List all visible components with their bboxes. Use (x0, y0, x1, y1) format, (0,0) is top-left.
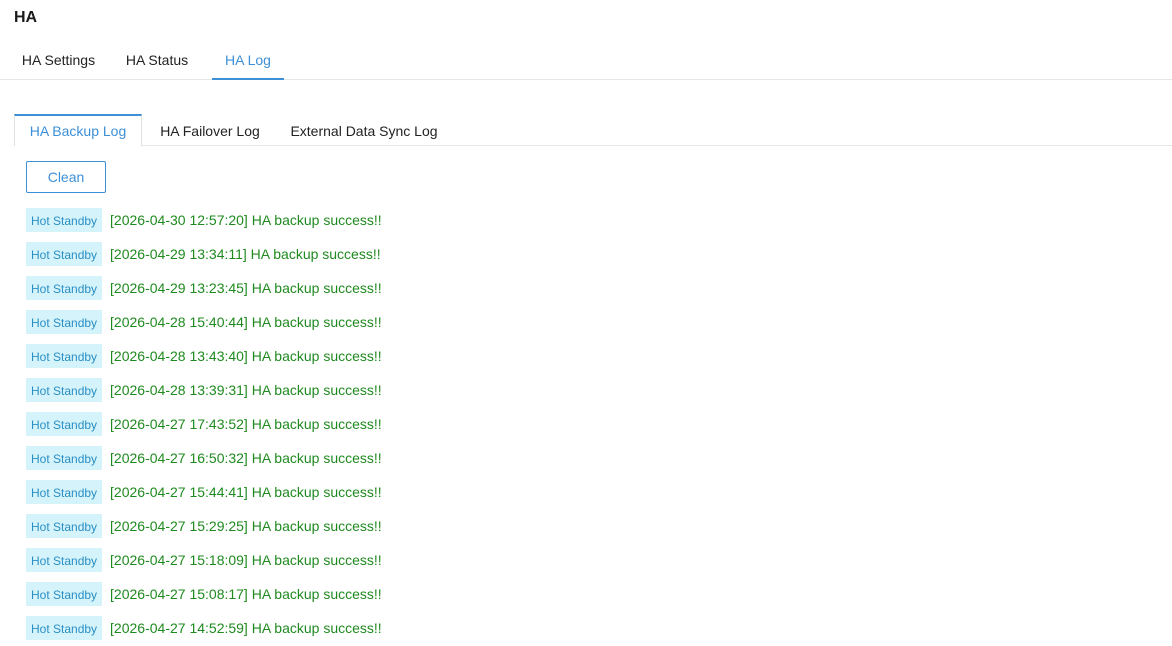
log-message: [2026-04-27 15:44:41] HA backup success!… (110, 484, 382, 500)
log-message: [2026-04-28 13:43:40] HA backup success!… (110, 348, 382, 364)
log-entry: Hot Standby [2026-04-29 13:34:11] HA back… (26, 237, 382, 271)
tab-ha-backup-log[interactable]: HA Backup Log (14, 114, 142, 146)
hot-standby-badge: Hot Standby (26, 412, 103, 436)
log-message: [2026-04-27 17:43:52] HA backup success!… (110, 416, 382, 432)
hot-standby-badge: Hot Standby (26, 378, 103, 402)
top-tab-bar: HA Settings HA Status HA Log (0, 40, 1172, 80)
tab-external-data-sync-log[interactable]: External Data Sync Log (281, 114, 447, 146)
tab-ha-log[interactable]: HA Log (212, 40, 284, 80)
log-entry: Hot Standby [2026-04-28 13:43:40] HA back… (26, 339, 382, 373)
log-entry: Hot Standby [2026-04-27 16:50:32] HA back… (26, 441, 382, 475)
hot-standby-badge: Hot Standby (26, 446, 103, 470)
log-message: [2026-04-27 14:52:59] HA backup success!… (110, 620, 382, 636)
log-entry: Hot Standby [2026-04-27 15:44:41] HA back… (26, 475, 382, 509)
tab-ha-status[interactable]: HA Status (118, 40, 196, 80)
hot-standby-badge: Hot Standby (26, 616, 103, 640)
log-message: [2026-04-27 15:18:09] HA backup success!… (110, 552, 382, 568)
hot-standby-badge: Hot Standby (26, 514, 103, 538)
log-message: [2026-04-30 12:57:20] HA backup success!… (110, 212, 382, 228)
log-message: [2026-04-27 15:08:17] HA backup success!… (110, 586, 382, 602)
tab-ha-settings[interactable]: HA Settings (14, 40, 103, 80)
log-message: [2026-04-28 13:39:31] HA backup success!… (110, 382, 382, 398)
hot-standby-badge: Hot Standby (26, 242, 103, 266)
hot-standby-badge: Hot Standby (26, 548, 103, 572)
log-entry: Hot Standby [2026-04-27 15:18:09] HA back… (26, 543, 382, 577)
log-message: [2026-04-29 13:23:45] HA backup success!… (110, 280, 382, 296)
log-message: [2026-04-28 15:40:44] HA backup success!… (110, 314, 382, 330)
backup-log-list: Hot Standby [2026-04-30 12:57:20] HA back… (26, 203, 382, 645)
hot-standby-badge: Hot Standby (26, 276, 103, 300)
log-entry: Hot Standby [2026-04-27 15:08:17] HA back… (26, 577, 382, 611)
log-type-tab-bar: HA Backup Log HA Failover Log External D… (14, 114, 1172, 146)
log-entry: Hot Standby [2026-04-27 14:52:59] HA back… (26, 611, 382, 645)
log-entry: Hot Standby [2026-04-27 17:43:52] HA back… (26, 407, 382, 441)
hot-standby-badge: Hot Standby (26, 582, 103, 606)
clean-button[interactable]: Clean (26, 161, 106, 193)
log-entry: Hot Standby [2026-04-30 12:57:20] HA back… (26, 203, 382, 237)
log-message: [2026-04-29 13:34:11] HA backup success!… (110, 246, 381, 262)
hot-standby-badge: Hot Standby (26, 208, 103, 232)
log-entry: Hot Standby [2026-04-27 15:29:25] HA back… (26, 509, 382, 543)
hot-standby-badge: Hot Standby (26, 480, 103, 504)
hot-standby-badge: Hot Standby (26, 344, 103, 368)
tab-ha-failover-log[interactable]: HA Failover Log (147, 114, 273, 146)
hot-standby-badge: Hot Standby (26, 310, 103, 334)
log-entry: Hot Standby [2026-04-28 15:40:44] HA back… (26, 305, 382, 339)
log-entry: Hot Standby [2026-04-29 13:23:45] HA back… (26, 271, 382, 305)
log-message: [2026-04-27 15:29:25] HA backup success!… (110, 518, 382, 534)
page-title: HA (14, 9, 38, 26)
log-entry: Hot Standby [2026-04-28 13:39:31] HA back… (26, 373, 382, 407)
log-message: [2026-04-27 16:50:32] HA backup success!… (110, 450, 382, 466)
